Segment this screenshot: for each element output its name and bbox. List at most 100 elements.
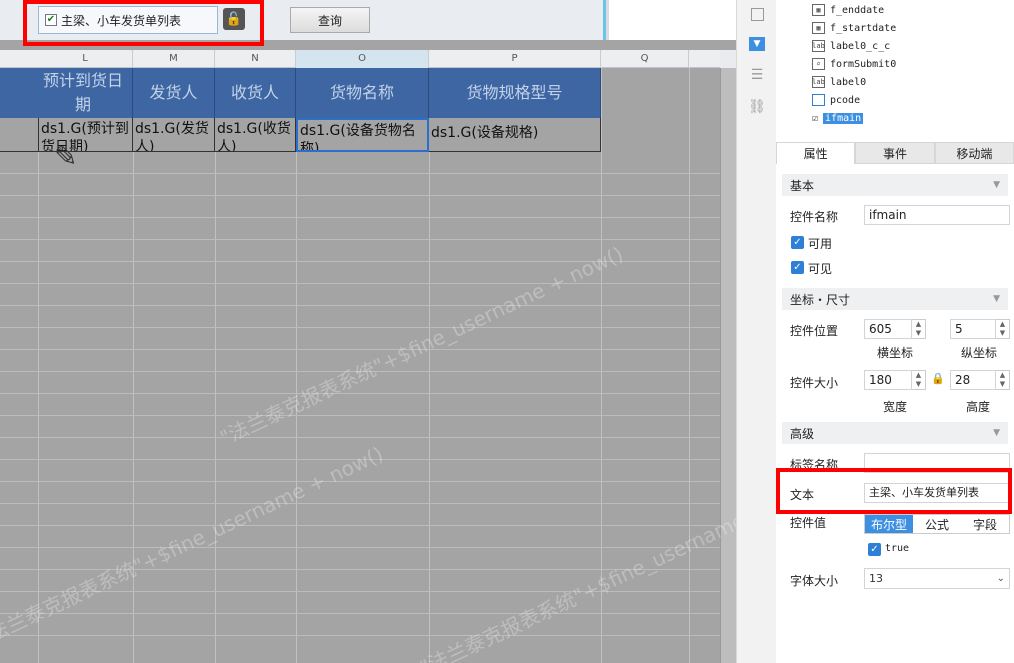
tree-item[interactable]: ▦ f_enddate (812, 2, 884, 18)
frame-icon[interactable] (747, 4, 767, 24)
column-header-M[interactable]: M (133, 50, 215, 68)
table-cell[interactable]: ds1.G(收货人) (215, 118, 296, 152)
section-basic[interactable]: 基本 ▼ (782, 174, 1008, 196)
ifmain-checkbox-widget[interactable]: ✔ 主梁、小车发货单列表 (38, 6, 218, 34)
grid-line (0, 283, 720, 284)
link-icon[interactable]: ⛓ (747, 97, 767, 117)
table-cell[interactable]: ds1.G(设备规格) (429, 118, 601, 152)
value-type-field[interactable]: 字段 (961, 515, 1009, 533)
tree-item-label: f_enddate (830, 4, 885, 16)
sheet-grid[interactable]: 预计到货日期 发货人 收货人 货物名称 货物规格型号 ds1.G(预计到货日期)… (0, 68, 720, 663)
height-input[interactable]: 28 (950, 370, 996, 390)
grid-line (0, 525, 720, 526)
tree-item[interactable]: lab label0_c_c (812, 38, 890, 54)
table-header-cell[interactable]: 发货人 (133, 68, 215, 118)
grid-line (0, 459, 720, 460)
table-header-cell[interactable]: 货物规格型号 (429, 68, 601, 118)
row-left-stub (0, 118, 38, 152)
value-type-formula[interactable]: 公式 (913, 515, 961, 533)
table-header-cell[interactable]: 货物名称 (296, 68, 429, 118)
table-cell[interactable]: ds1.G(预计到货日期) (38, 118, 133, 152)
pos-x-input[interactable]: 605 (864, 319, 912, 339)
tree-item[interactable]: pcode (812, 92, 860, 108)
pencil-icon: ✎ (54, 140, 78, 173)
column-header-L[interactable]: L (38, 50, 133, 68)
column-header-N[interactable]: N (215, 50, 296, 68)
x-label: 横坐标 (877, 346, 914, 360)
grid-line (0, 305, 720, 306)
chevron-down-icon: ▼ (993, 180, 1000, 190)
grid-line (0, 481, 720, 482)
checkbox-icon[interactable]: ✔ (45, 14, 57, 26)
tree-item-selected[interactable]: ☑ ifmain (812, 110, 864, 126)
enabled-label: 可用 (808, 237, 833, 251)
column-header-P[interactable]: P (429, 50, 601, 68)
tree-item-label: formSubmit0 (830, 58, 897, 70)
dropdown-widget-icon[interactable]: ▼ (749, 37, 765, 51)
font-size-label: 字体大小 (790, 574, 839, 588)
query-button[interactable]: 查询 (290, 7, 370, 33)
grid-line (0, 569, 720, 570)
section-coord[interactable]: 坐标・尺寸 ▼ (782, 288, 1008, 310)
grid-line (0, 635, 720, 636)
report-canvas[interactable]: ✔ 主梁、小车发货单列表 🔓 查询 L M N O P Q 预计到货日期 发货人… (0, 0, 736, 663)
grid-line (0, 591, 720, 592)
table-header-cell[interactable]: 预计到货日期 (0, 68, 133, 118)
scroll-up-area (720, 50, 736, 68)
pos-y-stepper[interactable]: ▲ ▼ (996, 319, 1010, 339)
pos-x-stepper[interactable]: ▲ ▼ (912, 319, 926, 339)
table-header-cell[interactable]: 收货人 (215, 68, 296, 118)
tree-item-label: label0_c_c (830, 40, 891, 52)
vertical-scrollbar[interactable] (720, 68, 736, 663)
grid-line (0, 371, 720, 372)
grid-line (133, 68, 134, 663)
text-label: 文本 (790, 488, 815, 502)
tree-item[interactable]: lab label0 (812, 74, 866, 90)
width-stepper[interactable]: ▲ ▼ (912, 370, 926, 390)
layout-icon[interactable]: ☰ (747, 65, 767, 85)
height-label: 高度 (966, 400, 991, 414)
position-label: 控件位置 (790, 324, 839, 338)
table-cell[interactable]: ds1.G(设备货物名称) (296, 118, 429, 152)
parameter-panel: ✔ 主梁、小车发货单列表 🔓 查询 (0, 0, 736, 40)
lock-ratio-icon[interactable]: 🔒 (931, 372, 945, 385)
parameter-blank-area (609, 0, 736, 40)
column-header-O[interactable]: O (296, 50, 429, 68)
grid-line (215, 68, 216, 663)
section-advanced[interactable]: 高级 ▼ (782, 422, 1008, 444)
value-type-boolean[interactable]: 布尔型 (865, 515, 913, 533)
table-cell[interactable]: ds1.G(发货人) (133, 118, 215, 152)
tag-name-input[interactable] (864, 453, 1010, 473)
visible-checkbox[interactable]: ✓ (791, 261, 804, 274)
enabled-checkbox[interactable]: ✓ (791, 236, 804, 249)
widget-name-input[interactable]: ifmain (864, 205, 1010, 225)
width-input[interactable]: 180 (864, 370, 912, 390)
grid-line (0, 327, 720, 328)
value-type-selector: 布尔型 公式 字段 (864, 514, 1010, 534)
tab-mobile[interactable]: 移动端 (934, 142, 1014, 164)
size-label: 控件大小 (790, 376, 839, 390)
tag-name-label: 标签名称 (790, 458, 839, 472)
date-icon: ▦ (812, 22, 825, 34)
pos-y-input[interactable]: 5 (950, 319, 996, 339)
height-stepper[interactable]: ▲ ▼ (996, 370, 1010, 390)
tab-properties[interactable]: 属性 (776, 142, 856, 164)
tab-events[interactable]: 事件 (855, 142, 935, 164)
widget-toolbar: ▼ ☰ ⛓ (736, 0, 776, 663)
grid-line (0, 503, 720, 504)
font-size-value: 13 (869, 572, 883, 585)
text-input[interactable]: 主梁、小车发货单列表 (864, 483, 1010, 503)
bool-value-checkbox[interactable]: ✓ (868, 543, 881, 556)
column-header-Q[interactable]: Q (601, 50, 689, 68)
unlock-icon[interactable]: 🔓 (223, 8, 245, 30)
chevron-down-icon: ▼ (993, 294, 1000, 304)
label-icon: lab (812, 76, 825, 88)
bool-value-label: true (885, 543, 910, 554)
grid-line (0, 437, 720, 438)
column-header-bar: L M N O P Q (0, 50, 736, 68)
tree-item[interactable]: ⌕ formSubmit0 (812, 56, 896, 72)
section-title: 高级 (790, 426, 815, 441)
tree-item[interactable]: ▦ f_startdate (812, 20, 896, 36)
font-size-select[interactable]: 13 ⌄ (864, 568, 1010, 589)
grid-line (0, 239, 720, 240)
